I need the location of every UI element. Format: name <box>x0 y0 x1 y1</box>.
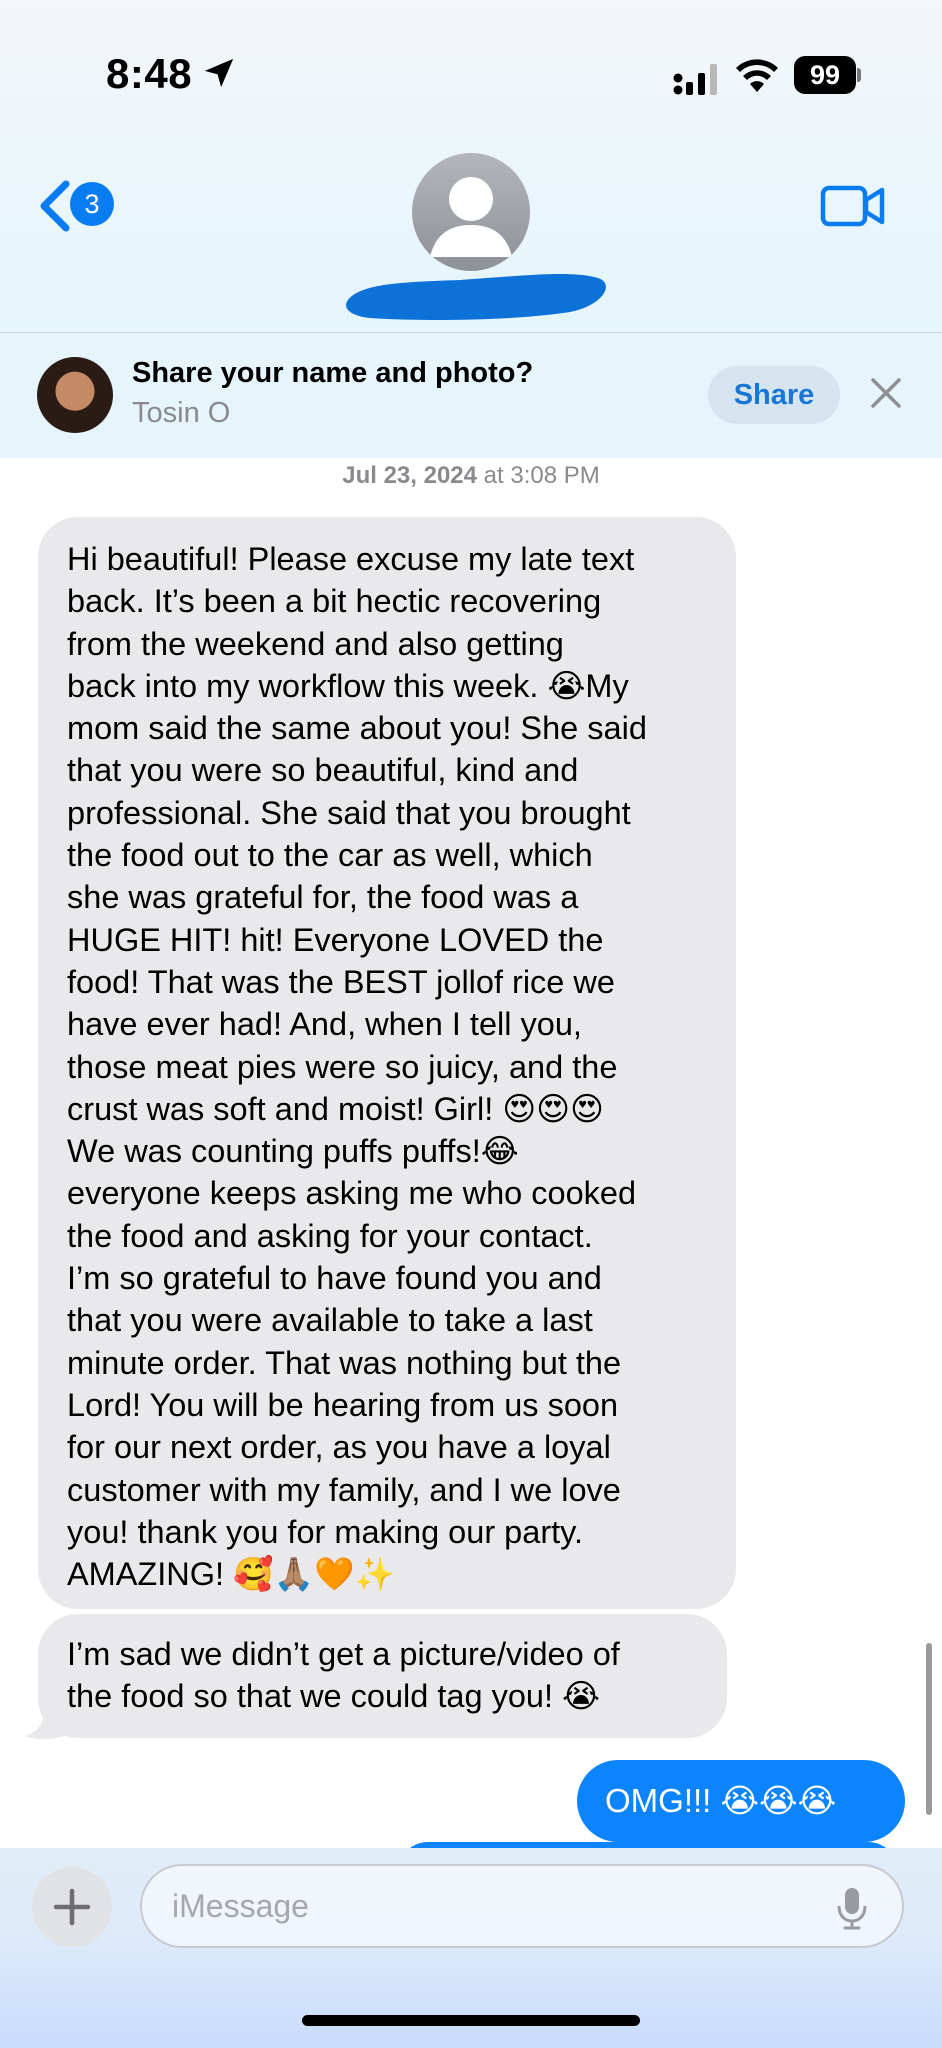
scrollbar[interactable] <box>926 1643 932 1815</box>
message-line: professional. She said that you brought <box>67 794 631 831</box>
message-line: the food and asking for your contact. <box>67 1217 593 1254</box>
message-line: those meat pies were so juicy, and the <box>67 1048 618 1085</box>
timestamp-time: 3:08 PM <box>510 462 600 489</box>
message-line: crust was soft and moist! Girl! 😍😍😍 <box>67 1090 604 1127</box>
message-line: We was counting puffs puffs!😂 <box>67 1133 519 1170</box>
incoming-message-bubble[interactable]: Hi beautiful! Please excuse my late text… <box>38 517 736 1609</box>
message-line: everyone keeps asking me who cooked <box>67 1175 637 1212</box>
share-banner-title: Share your name and photo? <box>132 357 534 389</box>
outgoing-message-bubble[interactable]: OMG!!! 😭😭😭 <box>577 1760 905 1842</box>
message-line: Lord! You will be hearing from us soon <box>67 1386 619 1423</box>
message-line: you! thank you for making our party. <box>67 1513 584 1550</box>
message-line: mom said the same about you! She said <box>67 710 647 747</box>
message-line: the food out to the car as well, which <box>67 837 593 874</box>
my-avatar <box>37 357 113 433</box>
message-line: customer with my family, and I we love <box>67 1471 621 1508</box>
battery-nub <box>857 68 861 82</box>
chevron-left-icon[interactable] <box>36 180 72 232</box>
redacted-contact-name <box>346 274 606 320</box>
home-indicator[interactable] <box>302 2015 640 2026</box>
cellular-signal-icon <box>673 64 717 95</box>
bubble-tail <box>26 1706 64 1739</box>
incoming-message-bubble[interactable]: I’m sad we didn’t get a picture/video of… <box>38 1614 727 1738</box>
timestamp-at: at <box>477 462 511 489</box>
conversation-header: 8:48 99 3 <box>0 0 942 333</box>
message-input-placeholder: iMessage <box>172 1888 309 1924</box>
person-silhouette-icon <box>430 177 512 257</box>
video-camera-icon[interactable] <box>820 183 886 229</box>
message-line: HUGE HIT! hit! Everyone LOVED the <box>67 921 604 958</box>
message-line: AMAZING! 🥰🙏🏽🧡✨ <box>67 1556 395 1593</box>
message-line: she was grateful for, the food was a <box>67 879 579 916</box>
wifi-icon <box>736 59 778 92</box>
microphone-icon[interactable] <box>836 1886 868 1930</box>
message-line: minute order. That was nothing but the <box>67 1344 622 1381</box>
message-line: back into my workflow this week. 😭My <box>67 667 629 704</box>
close-icon[interactable] <box>870 377 902 409</box>
plus-icon <box>53 1888 91 1926</box>
add-attachment-button[interactable] <box>32 1867 112 1947</box>
message-line: I’m so grateful to have found you and <box>67 1260 602 1297</box>
message-line: that you were so beautiful, kind and <box>67 752 579 789</box>
message-line: for our next order, as you have a loyal <box>67 1429 611 1466</box>
message-line: I’m sad we didn’t get a picture/video of <box>67 1636 620 1672</box>
message-line: from the weekend and also getting <box>67 625 564 662</box>
message-line: food! That was the BEST jollof rice we <box>67 963 615 1000</box>
battery-indicator: 99 <box>794 56 856 94</box>
share-banner-subtitle: Tosin O <box>132 397 231 429</box>
share-name-photo-banner: Share your name and photo? Tosin O Share <box>0 333 942 458</box>
message-line: Hi beautiful! Please excuse my late text <box>67 541 635 577</box>
message-timestamp: Jul 23, 2024 at 3:08 PM <box>0 462 942 490</box>
back-unread-badge[interactable]: 3 <box>70 182 114 226</box>
message-line: the food so that we could tag you! 😭 <box>67 1678 601 1715</box>
message-line: back. It’s been a bit hectic recovering <box>67 583 602 620</box>
message-line: that you were available to take a last <box>67 1302 593 1339</box>
timestamp-date: Jul 23, 2024 <box>342 462 477 489</box>
location-arrow-icon <box>204 58 234 88</box>
contact-avatar[interactable] <box>412 153 530 271</box>
message-line: have ever had! And, when I tell you, <box>67 1006 582 1043</box>
status-time: 8:48 <box>106 50 193 97</box>
message-input[interactable]: iMessage <box>140 1864 904 1948</box>
share-button[interactable]: Share <box>708 366 840 424</box>
